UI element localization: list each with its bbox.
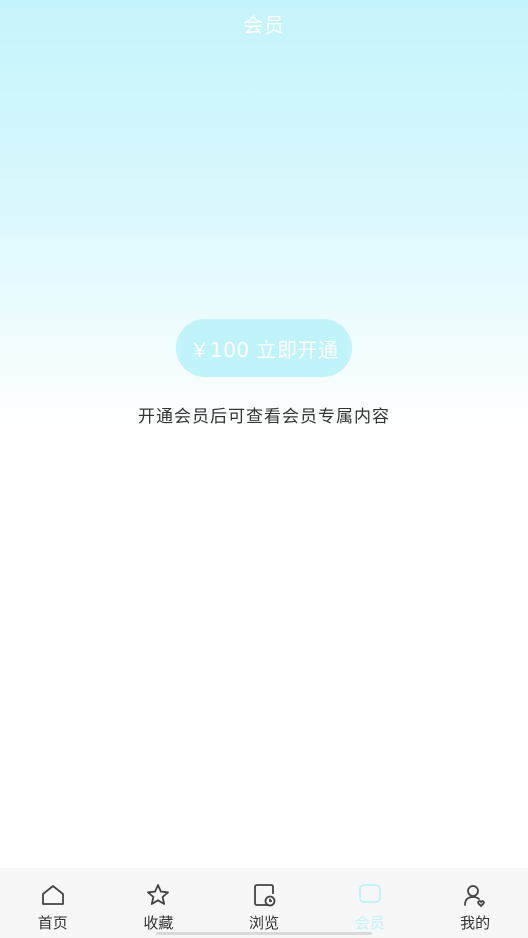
tab-profile[interactable]: 我的 xyxy=(422,868,528,938)
home-indicator[interactable] xyxy=(156,932,372,935)
page-title: 会员 xyxy=(243,13,285,37)
home-icon xyxy=(40,882,66,908)
history-icon xyxy=(251,882,277,908)
tab-label-browse: 浏览 xyxy=(248,914,279,932)
content-area xyxy=(0,430,528,866)
tab-label-favorites: 收藏 xyxy=(143,914,174,932)
tab-favorites[interactable]: 收藏 xyxy=(106,868,212,938)
star-icon xyxy=(145,882,171,908)
tab-label-member: 会员 xyxy=(354,914,385,932)
tab-member[interactable]: 会员 xyxy=(317,868,423,938)
tab-home[interactable]: 首页 xyxy=(0,868,106,938)
member-icon xyxy=(357,882,383,908)
tab-label-home: 首页 xyxy=(37,914,68,932)
membership-hint: 开通会员后可查看会员专属内容 xyxy=(138,407,390,427)
open-membership-button[interactable]: ￥100 立即开通 xyxy=(176,319,352,377)
tab-browse[interactable]: 浏览 xyxy=(211,868,317,938)
bottom-tab-bar: 首页 收藏 浏览 会员 我的 xyxy=(0,868,528,938)
tab-label-profile: 我的 xyxy=(460,914,491,932)
profile-icon xyxy=(462,882,488,908)
